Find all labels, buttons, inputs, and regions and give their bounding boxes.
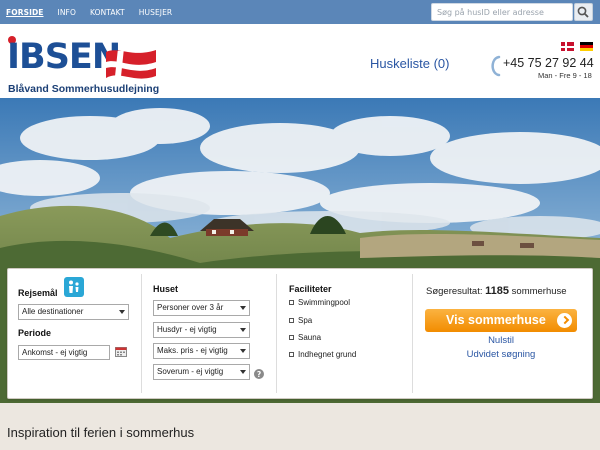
- search-result-count: Søgeresultat: 1185 sommerhuse: [426, 285, 567, 297]
- checkbox-icon[interactable]: [289, 318, 294, 323]
- nav-info[interactable]: INFO: [58, 8, 76, 17]
- persons-value: Personer over 3 år: [157, 303, 224, 312]
- chevron-down-icon: [240, 349, 246, 353]
- logo-tagline: Blåvand Sommerhusudlejning: [8, 83, 160, 95]
- facility-label: Sauna: [298, 333, 322, 342]
- arrow-right-icon: [557, 313, 572, 328]
- favorites-link[interactable]: Huskeliste (0): [370, 56, 449, 71]
- chevron-down-icon: [240, 306, 246, 310]
- magnifier-icon: [577, 6, 589, 18]
- panel-divider: [412, 274, 413, 393]
- facilities-label: Faciliteter: [289, 284, 332, 294]
- phone-icon: [491, 55, 501, 77]
- facility-checkbox-swimmingpool[interactable]: Swimmingpool: [289, 298, 350, 307]
- nav-husejer[interactable]: HUSEJER: [139, 8, 173, 17]
- danish-flag-logo-icon: [106, 50, 156, 79]
- pets-value: Husdyr - ej vigtig: [157, 325, 217, 334]
- chevron-down-icon: [240, 328, 246, 332]
- opening-hours: Man - Fre 9 - 18: [538, 71, 592, 80]
- reset-link[interactable]: Nulstil: [425, 335, 577, 346]
- max-price-select[interactable]: Maks. pris - ej vigtig: [153, 343, 250, 359]
- phone-number[interactable]: +45 75 27 92 44: [503, 56, 594, 70]
- pets-select[interactable]: Husdyr - ej vigtig: [153, 322, 250, 338]
- facility-checkbox-fenced[interactable]: Indhegnet grund: [289, 350, 356, 359]
- nav-forside[interactable]: FORSIDE: [6, 8, 44, 17]
- facility-label: Spa: [298, 316, 313, 325]
- bedrooms-value: Soverum - ej vigtig: [157, 367, 224, 376]
- destination-select[interactable]: Alle destinationer: [18, 304, 129, 320]
- bedrooms-select[interactable]: Soverum - ej vigtig: [153, 364, 250, 380]
- checkbox-icon[interactable]: [289, 300, 294, 305]
- result-number: 1185: [485, 285, 510, 297]
- persons-select[interactable]: Personer over 3 år: [153, 300, 250, 316]
- top-nav: FORSIDE INFO KONTAKT HUSEJER: [6, 0, 186, 24]
- destination-value: Alle destinationer: [22, 307, 84, 316]
- svg-text:?: ?: [257, 370, 261, 379]
- chevron-down-icon: [240, 370, 246, 374]
- calendar-icon[interactable]: [115, 346, 127, 357]
- panel-divider: [141, 274, 142, 393]
- inspiration-heading: Inspiration til ferien i sommerhus: [7, 425, 195, 440]
- result-suffix: sommerhuse: [511, 286, 567, 297]
- danish-flag-icon[interactable]: [561, 42, 574, 51]
- facility-label: Swimmingpool: [298, 298, 351, 307]
- help-icon[interactable]: ?: [254, 369, 264, 379]
- german-flag-icon[interactable]: [580, 42, 593, 51]
- show-houses-button[interactable]: Vis sommerhuse: [425, 309, 577, 332]
- house-label: Huset: [153, 284, 179, 294]
- facility-checkbox-spa[interactable]: Spa: [289, 316, 312, 325]
- checkbox-icon[interactable]: [289, 335, 294, 340]
- search-input[interactable]: Søg på husID eller adresse: [431, 3, 573, 21]
- panel-divider: [276, 274, 277, 393]
- facility-checkbox-sauna[interactable]: Sauna: [289, 333, 321, 342]
- facility-label: Indhegnet grund: [298, 350, 357, 359]
- max-price-value: Maks. pris - ej vigtig: [157, 346, 228, 355]
- chevron-down-icon: [119, 310, 125, 314]
- search-button[interactable]: [574, 3, 593, 21]
- result-prefix: Søgeresultat:: [426, 286, 483, 297]
- destination-label: Rejsemål: [18, 288, 58, 298]
- nav-kontakt[interactable]: KONTAKT: [90, 8, 125, 17]
- advanced-search-link[interactable]: Udvidet søgning: [425, 349, 577, 360]
- family-icon: [64, 277, 84, 297]
- show-houses-label: Vis sommerhuse: [446, 313, 546, 327]
- checkbox-icon[interactable]: [289, 352, 294, 357]
- period-label: Periode: [18, 328, 52, 338]
- arrival-date-input[interactable]: Ankomst - ej vigtig: [18, 345, 110, 360]
